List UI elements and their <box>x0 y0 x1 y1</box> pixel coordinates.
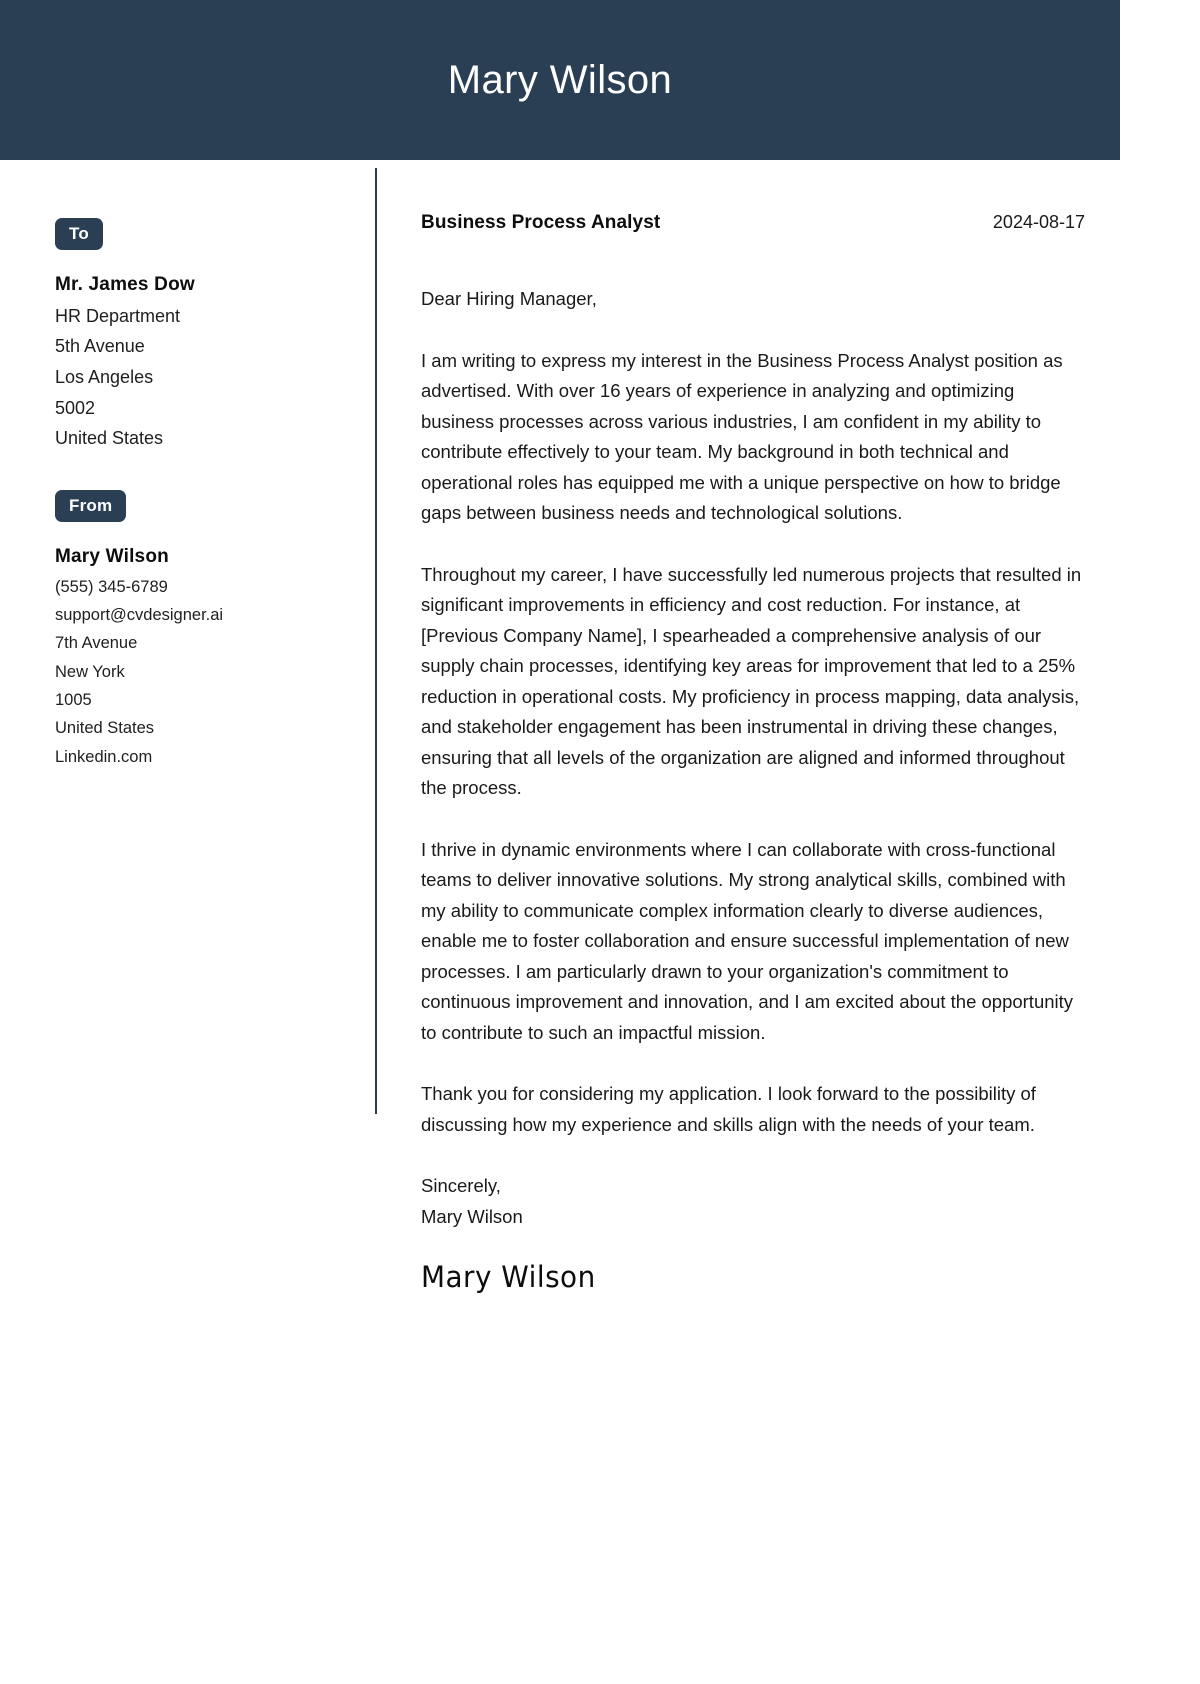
sender-email: support@cvdesigner.ai <box>55 605 224 624</box>
sender-line: New York <box>55 662 125 681</box>
sender-address: Mary Wilson (555) 345-6789 support@cvdes… <box>55 542 339 771</box>
sidebar: To Mr. James Dow HR Department 5th Avenu… <box>0 160 375 1294</box>
job-title: Business Process Analyst <box>421 212 661 233</box>
closing-word: Sincerely, <box>421 1175 501 1197</box>
sender-name: Mary Wilson <box>55 545 169 567</box>
recipient-line: Los Angeles <box>55 366 154 387</box>
recipient-line: 5th Avenue <box>55 336 145 357</box>
to-badge: To <box>55 218 103 250</box>
letter-content: Business Process Analyst 2024-08-17 Dear… <box>377 160 1120 1294</box>
recipient-name: Mr. James Dow <box>55 274 195 295</box>
letter-header-row: Business Process Analyst 2024-08-17 <box>421 212 1085 234</box>
recipient-address: Mr. James Dow HR Department 5th Avenue L… <box>55 270 339 454</box>
sender-line: 7th Avenue <box>55 634 138 653</box>
sender-phone: (555) 345-6789 <box>55 577 168 596</box>
document-header: Mary Wilson <box>0 0 1120 160</box>
from-badge: From <box>55 489 127 522</box>
closing-block: Sincerely, Mary Wilson <box>421 1171 1085 1232</box>
recipient-line: HR Department <box>55 305 181 326</box>
sender-linkedin: Linkedin.com <box>55 747 153 766</box>
salutation: Dear Hiring Manager, <box>421 288 597 309</box>
letter-date: 2024-08-17 <box>992 212 1085 232</box>
recipient-line: United States <box>55 428 164 449</box>
recipient-line: 5002 <box>55 397 96 418</box>
sender-section: From Mary Wilson (555) 345-6789 support@… <box>55 489 339 771</box>
page-title: Mary Wilson <box>447 58 673 102</box>
sender-line: United States <box>55 719 155 738</box>
signature: Mary Wilson <box>421 1260 596 1295</box>
letter-paragraph: Thank you for considering my application… <box>421 1083 1036 1135</box>
closing-name: Mary Wilson <box>421 1205 523 1227</box>
sender-line: 1005 <box>55 691 92 709</box>
letter-paragraph: I am writing to express my interest in t… <box>421 349 1063 524</box>
recipient-section: To Mr. James Dow HR Department 5th Avenu… <box>55 218 339 454</box>
document-body: To Mr. James Dow HR Department 5th Avenu… <box>0 160 1120 1294</box>
letter-paragraph: I thrive in dynamic environments where I… <box>421 838 1074 1043</box>
cover-letter-page: Mary Wilson To Mr. James Dow HR Departme… <box>0 0 1200 1684</box>
letter-paragraph: Throughout my career, I have successfull… <box>421 563 1082 799</box>
